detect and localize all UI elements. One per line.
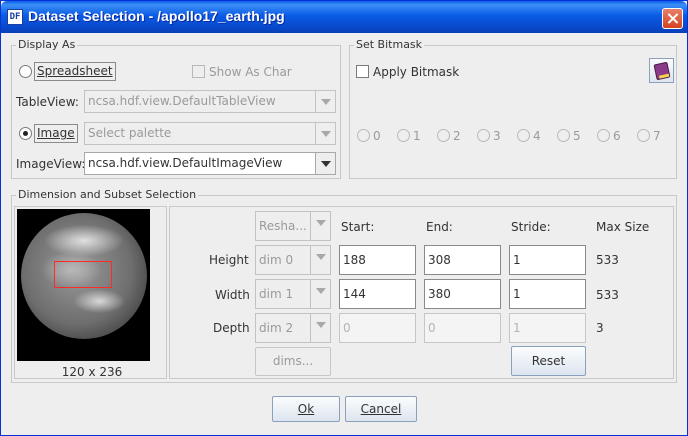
height-end-field[interactable]: 308 <box>424 245 501 275</box>
width-end-field[interactable]: 380 <box>424 279 501 309</box>
width-start-field[interactable]: 144 <box>339 279 416 309</box>
chevron-down-icon <box>310 280 330 308</box>
preview-size-caption: 120 x 236 <box>61 365 123 379</box>
end-header: End: <box>426 220 453 234</box>
image-label: Image <box>37 126 75 140</box>
bit-1-label: 1 <box>413 129 421 143</box>
bit-4-radio[interactable] <box>517 129 530 142</box>
ok-label: Ok <box>297 402 315 416</box>
bit-2-label: 2 <box>453 129 461 143</box>
spreadsheet-radio[interactable] <box>19 65 32 78</box>
bit-3-radio[interactable] <box>477 129 490 142</box>
height-dim-value: dim 0 <box>259 253 294 267</box>
bit-5-radio[interactable] <box>557 129 570 142</box>
width-dim-select[interactable]: dim 1 <box>255 279 331 309</box>
palette-select[interactable]: Select palette <box>84 122 336 145</box>
close-button[interactable] <box>662 8 683 29</box>
imageview-label: ImageView: <box>16 157 86 171</box>
ok-button[interactable]: Ok <box>272 396 340 422</box>
depth-max-size: 3 <box>596 321 604 335</box>
palette-value: Select palette <box>88 126 172 140</box>
set-bitmask-label: Set Bitmask <box>354 38 425 51</box>
max-size-header: Max Size <box>596 220 650 234</box>
height-stride-field[interactable]: 1 <box>509 245 586 275</box>
apply-bitmask-label: Apply Bitmask <box>373 65 460 79</box>
spreadsheet-label: Spreadsheet <box>37 64 113 78</box>
title-bar[interactable]: DF Dataset Selection - /apollo17_earth.j… <box>1 1 687 33</box>
bit-6-radio[interactable] <box>597 129 610 142</box>
bit-3-label: 3 <box>493 129 501 143</box>
bit-5-label: 5 <box>573 129 581 143</box>
dims-button[interactable]: dims... <box>255 347 331 376</box>
height-dim-select[interactable]: dim 0 <box>255 245 331 275</box>
width-label: Width <box>215 288 250 302</box>
depth-label: Depth <box>213 321 250 335</box>
chevron-down-icon <box>315 153 335 174</box>
height-max-size: 533 <box>596 253 619 267</box>
tableview-value: ncsa.hdf.view.DefaultTableView <box>88 94 276 108</box>
stride-header: Stride: <box>511 220 551 234</box>
spreadsheet-option[interactable]: Spreadsheet <box>34 62 116 81</box>
bit-1-radio[interactable] <box>397 129 410 142</box>
bit-7-radio[interactable] <box>637 129 650 142</box>
show-as-char-checkbox[interactable] <box>192 65 205 78</box>
height-label: Height <box>209 253 249 267</box>
depth-start-field[interactable]: 0 <box>339 313 416 343</box>
reshape-value: Resha... <box>259 219 307 233</box>
imageview-select[interactable]: ncsa.hdf.view.DefaultImageView <box>84 152 336 175</box>
height-start-field[interactable]: 188 <box>339 245 416 275</box>
dataset-selection-window: DF Dataset Selection - /apollo17_earth.j… <box>0 0 688 436</box>
depth-dim-select[interactable]: dim 2 <box>255 313 331 343</box>
tableview-select[interactable]: ncsa.hdf.view.DefaultTableView <box>84 90 336 113</box>
bit-0-label: 0 <box>373 129 381 143</box>
bit-6-label: 6 <box>613 129 621 143</box>
depth-dim-value: dim 2 <box>259 321 294 335</box>
reshape-select[interactable]: Resha... <box>255 211 331 241</box>
bit-7-label: 7 <box>653 129 661 143</box>
start-header: Start: <box>341 220 375 234</box>
app-icon: DF <box>7 9 23 25</box>
bitmask-book-icon[interactable] <box>649 58 674 83</box>
bit-4-label: 4 <box>533 129 541 143</box>
window-title: Dataset Selection - /apollo17_earth.jpg <box>28 8 285 24</box>
chevron-down-icon <box>315 123 335 144</box>
subset-selection-rectangle[interactable] <box>54 261 112 288</box>
image-radio[interactable] <box>19 127 32 140</box>
depth-end-field[interactable]: 0 <box>424 313 501 343</box>
dimension-label: Dimension and Subset Selection <box>16 188 199 201</box>
bit-2-radio[interactable] <box>437 129 450 142</box>
cancel-label: Cancel <box>360 402 402 416</box>
image-option[interactable]: Image <box>34 124 78 143</box>
imageview-value: ncsa.hdf.view.DefaultImageView <box>88 156 283 170</box>
reset-button[interactable]: Reset <box>511 346 586 376</box>
show-as-char-label: Show As Char <box>209 65 292 79</box>
chevron-down-icon <box>310 212 330 240</box>
chevron-down-icon <box>310 246 330 274</box>
chevron-down-icon <box>310 314 330 342</box>
bit-0-radio[interactable] <box>357 129 370 142</box>
book-icon <box>653 61 671 81</box>
chevron-down-icon <box>315 91 335 112</box>
width-max-size: 533 <box>596 288 619 302</box>
apply-bitmask-checkbox[interactable] <box>356 65 369 78</box>
width-stride-field[interactable]: 1 <box>509 279 586 309</box>
width-dim-value: dim 1 <box>259 287 294 301</box>
depth-stride-field[interactable]: 1 <box>509 313 586 343</box>
display-as-label: Display As <box>16 38 78 51</box>
tableview-label: TableView: <box>16 95 79 109</box>
cancel-button[interactable]: Cancel <box>345 396 417 422</box>
